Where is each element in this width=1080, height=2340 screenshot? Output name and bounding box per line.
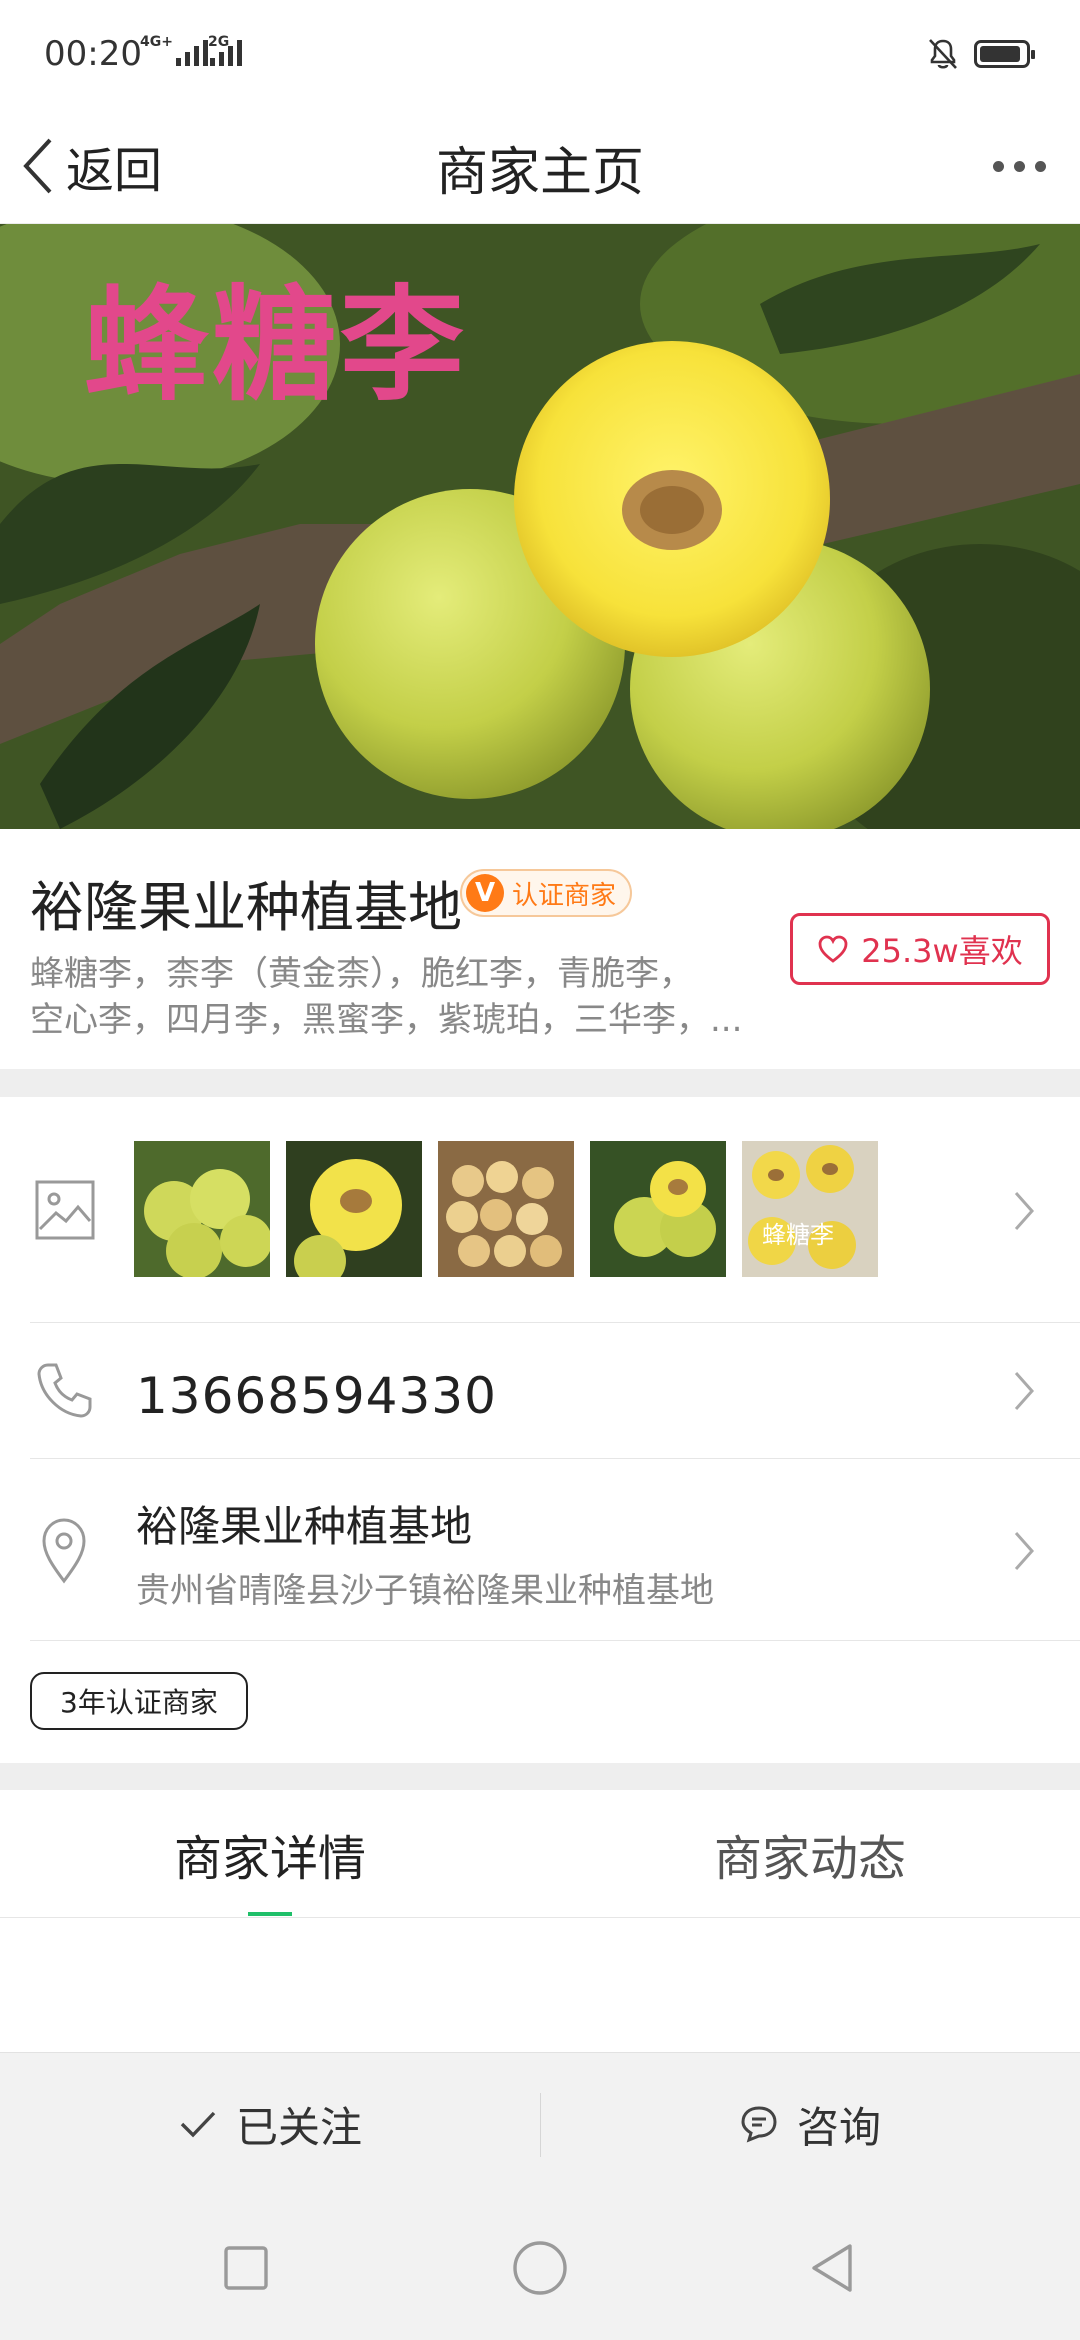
image-icon [35,1180,95,1240]
status-bar: 00:20 4G+ 2G [0,0,1080,108]
phone-row[interactable]: 13668594330 [0,1323,1080,1459]
more-icon [992,160,1004,172]
like-button[interactable]: 25.3w喜欢 [790,913,1050,985]
consult-label: 咨询 [796,2102,881,2152]
merchant-name: 裕隆果业种植基地 [30,876,462,939]
follow-label: 已关注 [235,2102,362,2152]
gallery-thumb-3[interactable] [438,1141,574,1277]
tab-content [0,1918,1080,2052]
hero-image: 蜂糖李 [0,224,1080,829]
consult-button[interactable]: 咨询 [540,2053,1080,2195]
varieties-line-2: 空心李，四月李，黑蜜李，紫琥珀，三华李，... [30,1000,743,1040]
signal-icon-2 [210,36,242,66]
section-gap [0,1763,1080,1790]
merchant-varieties: 蜂糖李，柰李（黄金柰），脆红李，青脆李， 空心李，四月李，黑蜜李，紫琥珀，三华李… [30,951,760,1043]
chevron-right-icon [1014,1192,1035,1230]
phone-icon [37,1363,92,1418]
chat-bubble-icon [741,2106,777,2143]
address-row[interactable]: 裕隆果业种植基地 贵州省晴隆县沙子镇裕隆果业种植基地 [0,1459,1080,1641]
status-time: 00:20 [44,34,142,74]
varieties-line-1: 蜂糖李，柰李（黄金柰），脆红李，青脆李， [30,954,693,994]
thumb-photo-4 [590,1141,726,1277]
home-icon[interactable] [510,2238,570,2298]
active-tab-indicator [248,1912,292,1916]
gallery-thumb-2[interactable] [286,1141,422,1277]
thumb-photo-1 [134,1141,270,1277]
thumb-photo-2 [286,1141,422,1277]
certification-badge: 3年认证商家 [30,1672,248,1730]
tab-merchant-updates[interactable]: 商家动态 [540,1790,1080,1918]
merchant-info: 裕隆果业种植基地 V 认证商家 蜂糖李，柰李（黄金柰），脆红李，青脆李， 空心李… [0,829,1080,1069]
network-type-label: 4G+ [140,34,173,50]
address-full: 贵州省晴隆县沙子镇裕隆果业种植基地 [136,1571,714,1611]
chevron-right-icon [1014,1532,1035,1570]
chevron-right-icon [1014,1372,1035,1410]
more-button[interactable] [984,138,1054,194]
system-nav-bar [0,2194,1080,2340]
location-pin-icon [42,1518,86,1584]
gallery-row[interactable]: 蜂糖李 [0,1097,1080,1323]
verified-badge: V 认证商家 [460,869,633,917]
hero-caption: 蜂糖李 [84,274,469,418]
like-count-label: 25.3w喜欢 [861,932,1023,970]
gallery-thumb-5[interactable]: 蜂糖李 [742,1141,878,1277]
recent-apps-icon[interactable] [216,2238,276,2298]
battery-icon [974,40,1035,68]
back-triangle-icon[interactable] [804,2238,864,2298]
gallery-thumb-1[interactable] [134,1141,270,1277]
address-name: 裕隆果业种植基地 [136,1502,473,1551]
thumb-photo-5 [742,1141,878,1277]
page-title: 商家主页 [435,143,644,203]
follow-button[interactable]: 已关注 [0,2053,540,2195]
thumb-caption: 蜂糖李 [762,1221,834,1249]
signal-icon [176,36,208,66]
nav-bar: 返回 商家主页 [0,108,1080,224]
verified-v-icon: V [466,874,504,912]
thumbnail-strip: 蜂糖李 [134,1141,878,1277]
phone-number: 13668594330 [136,1367,497,1425]
heart-icon [818,935,848,963]
tab-bar: 商家详情 商家动态 [0,1790,1080,1918]
verified-label: 认证商家 [512,880,617,911]
tab-merchant-details[interactable]: 商家详情 [0,1790,540,1918]
thumb-photo-3 [438,1141,574,1277]
mute-bell-icon [929,39,957,69]
battery-level [980,46,1020,62]
section-gap [0,1069,1080,1097]
check-icon [180,2111,216,2138]
gallery-thumb-4[interactable] [590,1141,726,1277]
bottom-action-bar: 已关注 咨询 [0,2052,1080,2194]
